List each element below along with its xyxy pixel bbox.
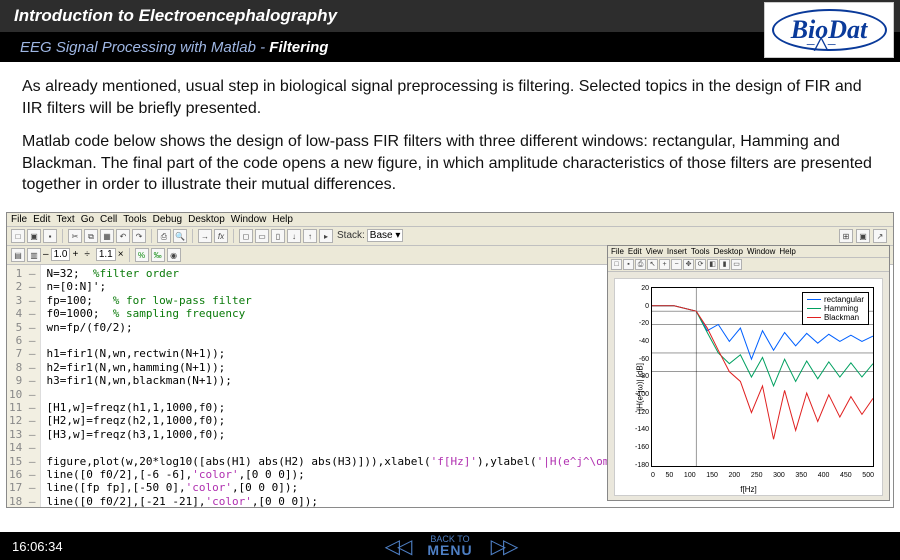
fig-zoom-in-icon[interactable]: + — [659, 259, 670, 270]
menu-go[interactable]: Go — [81, 214, 94, 225]
subtitle-topic: Filtering — [269, 39, 328, 56]
x-tick-labels: 050100150200250300350400450500 — [651, 472, 874, 479]
fig-legend-icon[interactable]: ▭ — [731, 259, 742, 270]
stack-dropdown[interactable]: Base ▾ — [367, 229, 404, 242]
fig-menu-edit[interactable]: Edit — [628, 247, 642, 256]
run-section-icon[interactable]: ▭ — [255, 229, 269, 243]
slide-title: Introduction to Electroencephalography — [14, 6, 337, 25]
fig-menu-window[interactable]: Window — [747, 247, 775, 256]
stop-icon[interactable]: ◉ — [167, 248, 181, 262]
matlab-editor-window: File Edit Text Go Cell Tools Debug Desktop Windo… — [6, 212, 894, 508]
intro-text: As already mentioned, usual step in biol… — [0, 62, 900, 212]
code-area[interactable]: N=32; %filter ordern=[0:N]';fp=100; % fo… — [41, 265, 656, 508]
step-icon[interactable]: ▯ — [271, 229, 285, 243]
percent2-icon[interactable]: ‰ — [151, 248, 165, 262]
zoom-b-field[interactable]: 1.1 — [96, 248, 116, 261]
fig-save-icon[interactable]: ▪ — [623, 259, 634, 270]
menu-file[interactable]: File — [11, 214, 27, 225]
editor-toolbar-1[interactable]: □ ▣ ▪ ✂ ⧉ ▦ ↶ ↷ ⎙ 🔍 → fx ◻ ▭ ▯ ↓ ↑ ▸ Sta… — [7, 227, 893, 246]
line-number-gutter: 1 – 2 – 3 – 4 – 5 – 6 – 7 – 8 – 9 –10 –1… — [7, 265, 41, 508]
fig-new-icon[interactable]: □ — [611, 259, 622, 270]
print-icon[interactable]: ⎙ — [157, 229, 171, 243]
continue-icon[interactable]: ▸ — [319, 229, 333, 243]
fig-rotate-icon[interactable]: ⟳ — [695, 259, 706, 270]
fig-menu-file[interactable]: File — [611, 247, 624, 256]
menu-desktop[interactable]: Desktop — [188, 214, 225, 225]
prev-button[interactable]: ◁◁ — [385, 534, 410, 559]
menu-tools[interactable]: Tools — [123, 214, 146, 225]
find-icon[interactable]: 🔍 — [173, 229, 187, 243]
y-tick-labels: 200-20-40-60-80-100-120-140-160-180 — [631, 285, 649, 469]
paste-icon[interactable]: ▦ — [100, 229, 114, 243]
fig-print-icon[interactable]: ⎙ — [635, 259, 646, 270]
fig-menu-desktop[interactable]: Desktop — [714, 247, 743, 256]
dock-icon[interactable]: ▣ — [856, 229, 870, 243]
redo-icon[interactable]: ↷ — [132, 229, 146, 243]
fig-colorbar-icon[interactable]: ▮ — [719, 259, 730, 270]
cut-icon[interactable]: ✂ — [68, 229, 82, 243]
intro-paragraph-2: Matlab code below shows the design of lo… — [22, 131, 878, 196]
chart-xlabel: f[Hz] — [740, 485, 756, 494]
undo-icon[interactable]: ↶ — [116, 229, 130, 243]
fig-pointer-icon[interactable]: ↖ — [647, 259, 658, 270]
zoom-a-field[interactable]: 1.0 — [51, 248, 71, 261]
figure-axes-area: |H(e^jω)| [dB] f[Hz] 200-20-40-60-80-100… — [614, 278, 883, 496]
open-file-icon[interactable]: ▣ — [27, 229, 41, 243]
copy-icon[interactable]: ⧉ — [84, 229, 98, 243]
fig-zoom-out-icon[interactable]: − — [671, 259, 682, 270]
percent-icon[interactable]: % — [135, 248, 149, 262]
menu-edit[interactable]: Edit — [33, 214, 50, 225]
step-in-icon[interactable]: ↓ — [287, 229, 301, 243]
menu-debug[interactable]: Debug — [153, 214, 182, 225]
chart-legend[interactable]: rectangularHammingBlackman — [802, 292, 869, 325]
timecode: 16:06:34 — [12, 539, 63, 554]
next-button[interactable]: ▷▷ — [491, 534, 516, 559]
fig-menu-view[interactable]: View — [646, 247, 663, 256]
editor-menubar[interactable]: File Edit Text Go Cell Tools Debug Desktop Windo… — [7, 213, 893, 227]
undock-icon[interactable]: ↗ — [873, 229, 887, 243]
cell-mode-icon[interactable]: ▤ — [11, 248, 25, 262]
save-icon[interactable]: ▪ — [43, 229, 57, 243]
stack-label: Stack: — [337, 230, 365, 241]
goto-icon[interactable]: → — [198, 229, 212, 243]
fig-menu-insert[interactable]: Insert — [667, 247, 687, 256]
step-out-icon[interactable]: ↑ — [303, 229, 317, 243]
breakpoint-icon[interactable]: ◻ — [239, 229, 253, 243]
menu-help[interactable]: Help — [272, 214, 293, 225]
intro-paragraph-1: As already mentioned, usual step in biol… — [22, 76, 878, 119]
fx-icon[interactable]: fx — [214, 229, 228, 243]
logo: BioDat─╱╲─ — [764, 2, 894, 58]
fig-menu-tools[interactable]: Tools — [691, 247, 710, 256]
menu-button[interactable]: BACK TOMENU — [427, 535, 472, 557]
new-file-icon[interactable]: □ — [11, 229, 25, 243]
chart-axes: rectangularHammingBlackman — [651, 287, 874, 467]
matlab-figure-window[interactable]: File Edit View Insert Tools Desktop Window Help… — [607, 245, 890, 501]
menu-window[interactable]: Window — [231, 214, 267, 225]
fig-menu-help[interactable]: Help — [779, 247, 795, 256]
figure-menubar[interactable]: File Edit View Insert Tools Desktop Window Help — [608, 246, 889, 258]
player-footer: 16:06:34 ◁◁ BACK TOMENU ▷▷ — [0, 532, 900, 560]
menu-cell[interactable]: Cell — [100, 214, 117, 225]
fig-pan-icon[interactable]: ✥ — [683, 259, 694, 270]
eval-cell-icon[interactable]: ▥ — [27, 248, 41, 262]
menu-text[interactable]: Text — [56, 214, 74, 225]
tile-icon[interactable]: ⊞ — [839, 229, 853, 243]
fig-datacursor-icon[interactable]: ◧ — [707, 259, 718, 270]
figure-toolbar[interactable]: □ ▪ ⎙ ↖ + − ✥ ⟳ ◧ ▮ ▭ — [608, 258, 889, 272]
subtitle-prefix: EEG Signal Processing with Matlab - — [20, 39, 269, 56]
